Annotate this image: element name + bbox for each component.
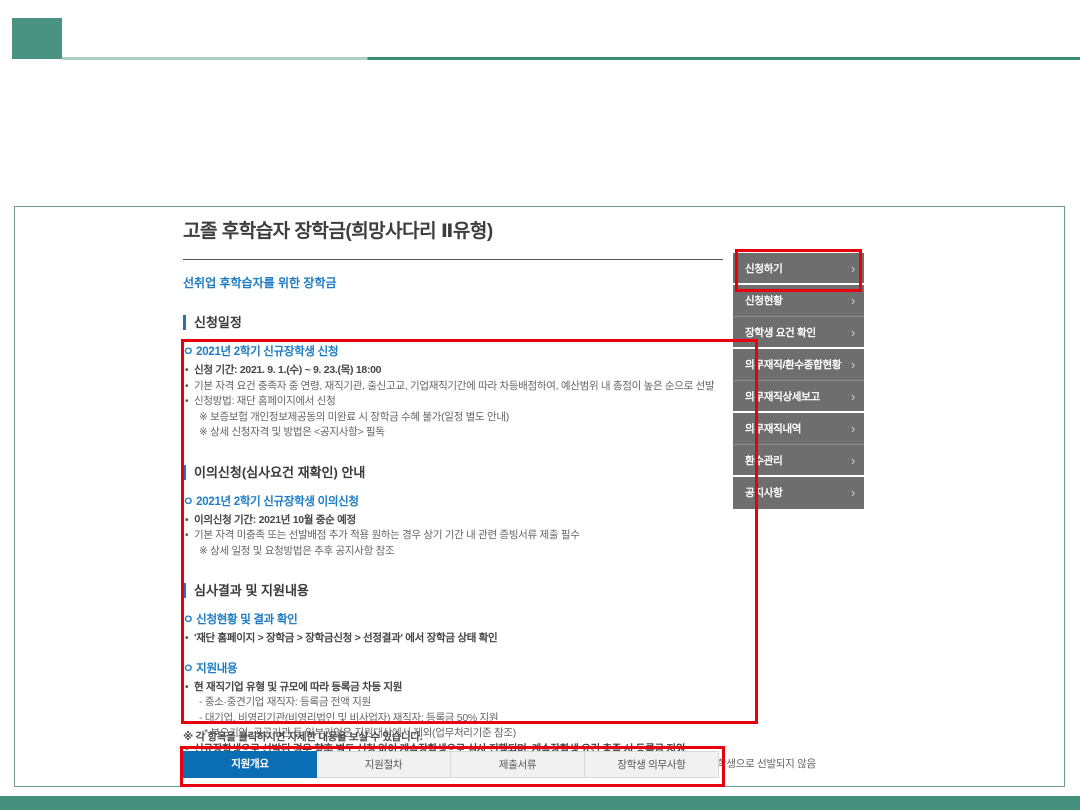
detail-line: 현 재직기업 유형 및 규모에 따라 등록금 차등 지원 [183,680,728,696]
sidebar-item-label: 신청하기 [745,263,782,275]
detail-tab-bar: 지원개요 지원절차 제출서류 장학생 의무사항 [183,751,719,778]
sidebar-item-application-status[interactable]: 신청현황 [733,285,864,317]
group-title-objection: ㅇ 2021년 2학기 신규장학생 이의신청 [183,493,728,509]
detail-line: 기본 자격 요건 충족자 중 연령, 재직기관, 출신고교, 기업재직기간에 따… [183,379,728,395]
tab-overview[interactable]: 지원개요 [183,751,317,778]
chevron-right-icon [851,477,855,509]
sidebar-item-refund-management[interactable]: 환수관리 [733,445,864,477]
sidebar-item-label: 신청현황 [745,295,782,307]
chevron-right-icon [851,445,855,477]
detail-line: 기본 자격 미충족 또는 선발배점 추가 적용 원하는 경우 상기 기간 내 관… [183,528,728,544]
section-header-schedule: 신청일정 [183,315,728,330]
sidebar-item-label: 의무재직내역 [745,423,801,435]
quick-menu-sidebar: 신청하기 신청현황 장학생 요건 확인 의무재직/환수종합현황 의무재직상세보고… [733,253,864,509]
header-divider [62,57,1080,60]
sidebar-item-notices[interactable]: 공지사항 [733,477,864,509]
page: 고졸 후학습자 장학금(희망사다리 Ⅱ유형) 선취업 후학습자를 위한 장학금 … [0,0,1080,810]
detail-line: ※ 보증보험 개인정보제공동의 미완료 시 장학금 수혜 불가(일정 별도 안내… [183,410,728,426]
brand-logo-block [12,18,62,59]
tab-documents[interactable]: 제출서류 [451,751,585,778]
sidebar-item-label: 장학생 요건 확인 [745,327,816,339]
sidebar-item-eligibility-check[interactable]: 장학생 요건 확인 [733,317,864,349]
detail-line: ※ 상세 일정 및 요청방법은 추후 공지사항 참조 [183,544,728,560]
chevron-right-icon [851,381,855,413]
sidebar-item-apply[interactable]: 신청하기 [733,253,864,285]
chevron-right-icon [851,253,855,285]
chevron-right-icon [851,349,855,381]
scholarship-subtitle: 선취업 후학습자를 위한 장학금 [183,274,728,291]
group-title-new-application: ㅇ 2021년 2학기 신규장학생 신청 [183,343,728,359]
sidebar-item-employment-detail-report[interactable]: 의무재직상세보고 [733,381,864,413]
detail-line: 신청방법: 재단 홈페이지에서 신청 [183,394,728,410]
page-title: 고졸 후학습자 장학금(희망사다리 Ⅱ유형) [183,216,728,243]
sidebar-item-label: 의무재직상세보고 [745,391,820,403]
detail-line: - 중소·중견기업 재직자: 등록금 전액 지원 [183,695,728,711]
tab-procedure[interactable]: 지원절차 [317,751,451,778]
section-header-objection: 이의신청(심사요건 재확인) 안내 [183,465,728,480]
footer-bar [0,796,1080,810]
sidebar-item-label: 공지사항 [745,487,782,499]
sidebar-item-label: 의무재직/환수종합현황 [745,359,841,371]
detail-line: 이의신청 기간: 2021년 10월 중순 예정 [183,513,728,529]
group-title-support: ㅇ 지원내용 [183,660,728,676]
detail-line: '재단 홈페이지 > 장학금 > 장학금신청 > 선정결과' 에서 장학금 상태… [183,631,728,647]
click-instruction-note: ※ 각 항목을 클릭하시면 자세한 내용을 보실 수 있습니다. [183,729,422,744]
chevron-right-icon [851,317,855,349]
chevron-right-icon [851,285,855,317]
title-divider [183,259,723,260]
tab-obligations[interactable]: 장학생 의무사항 [585,751,719,778]
group-title-status-check: ㅇ 신청현황 및 결과 확인 [183,611,728,627]
detail-line: - 대기업, 비영리기관(비영리법인 및 비사업자) 재직자: 등록금 50% … [183,711,728,727]
detail-line: ※ 상세 신청자격 및 방법은 <공지사항> 필독 [183,425,728,441]
detail-line: 신청 기간: 2021. 9. 1.(수) ~ 9. 23.(목) 18:00 [183,363,728,379]
chevron-right-icon [851,413,855,445]
sidebar-item-employment-history[interactable]: 의무재직내역 [733,413,864,445]
sidebar-item-employment-refund-status[interactable]: 의무재직/환수종합현황 [733,349,864,381]
sidebar-item-label: 환수관리 [745,455,782,467]
scholarship-detail: 고졸 후학습자 장학금(희망사다리 Ⅱ유형) 선취업 후학습자를 위한 장학금 … [183,216,728,773]
section-header-result: 심사결과 및 지원내용 [183,583,728,598]
